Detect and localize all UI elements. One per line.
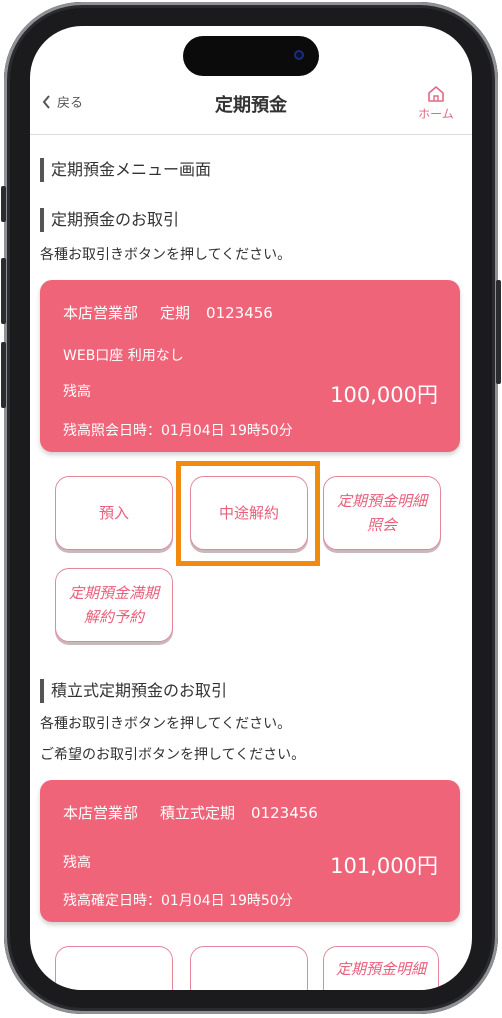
card2-balance: 101,000円 (330, 854, 438, 878)
card2-account-number: 0123456 (251, 804, 318, 822)
deposit-button[interactable]: 預入 (55, 476, 173, 550)
card2-balance-label: 残高 (63, 855, 91, 871)
card2-type: 積立式定期 (160, 804, 236, 822)
section2-button-2[interactable] (190, 946, 308, 990)
card-account-number: 0123456 (206, 304, 273, 322)
side-button-volume-up (1, 258, 6, 324)
card-balance-label: 残高 (63, 384, 91, 400)
section1-note: 各種お取引きボタンを押してください。 (40, 247, 292, 263)
side-button-action (1, 186, 6, 222)
card2-branch: 本店営業部 (63, 804, 139, 822)
main-content: 定期預金メニュー画面 定期預金のお取引 各種お取引きボタンを押してください。 本… (30, 134, 472, 990)
dynamic-island (183, 36, 319, 76)
screen: 戻る 定期預金 ホーム 定期預金メニュー画面 定期預金のお取引 各種お取引きボタ… (30, 26, 472, 990)
account-card-tsumitate: 本店営業部 積立式定期 0123456 残高 101,000円 残高確定日時：01月… (40, 780, 460, 922)
section2-title: 積立式定期預金のお取引 (40, 679, 227, 703)
maturity-cancel-label: 定期預金満期解約予約 (68, 584, 159, 626)
home-label: ホーム (418, 107, 454, 121)
highlight-box (176, 461, 320, 566)
section2-note-2: ご希望のお取引ボタンを押してください。 (40, 747, 306, 763)
side-button-power (496, 280, 501, 384)
statement-inquiry-label: 定期預金明細照会 (336, 492, 427, 534)
maturity-cancel-reservation-button[interactable]: 定期預金満期解約予約 (55, 568, 173, 642)
home-button[interactable]: ホーム (414, 84, 458, 122)
section2-statement-button[interactable]: 定期預金明細 (323, 946, 439, 990)
side-button-volume-down (1, 342, 6, 408)
camera-icon (294, 50, 304, 60)
card-date: 残高照会日時：01月04日 19時50分 (63, 423, 293, 439)
card-header: 本店営業部 定期 0123456 (63, 302, 273, 323)
statement-inquiry-button[interactable]: 定期預金明細照会 (323, 476, 441, 550)
card2-date: 残高確定日時：01月04日 19時50分 (63, 893, 293, 909)
section2-note-1: 各種お取引きボタンを押してください。 (40, 716, 292, 732)
section2-statement-label: 定期預金明細 (335, 960, 426, 978)
card-type: 定期 (160, 304, 191, 322)
card2-header: 本店営業部 積立式定期 0123456 (63, 802, 318, 823)
section1-title: 定期預金のお取引 (40, 208, 179, 232)
account-card-teiki: 本店営業部 定期 0123456 WEB口座 利用なし 残高 100,000円 残高… (40, 280, 460, 452)
nav-bar: 戻る 定期預金 ホーム (30, 78, 472, 135)
section2-button-1[interactable] (55, 946, 173, 990)
card-branch: 本店営業部 (63, 304, 139, 322)
card-balance: 100,000円 (330, 383, 438, 407)
menu-title: 定期預金メニュー画面 (40, 158, 211, 182)
card-web-status: WEB口座 利用なし (63, 348, 184, 364)
home-icon (428, 86, 444, 102)
page-title: 定期預金 (215, 95, 287, 116)
